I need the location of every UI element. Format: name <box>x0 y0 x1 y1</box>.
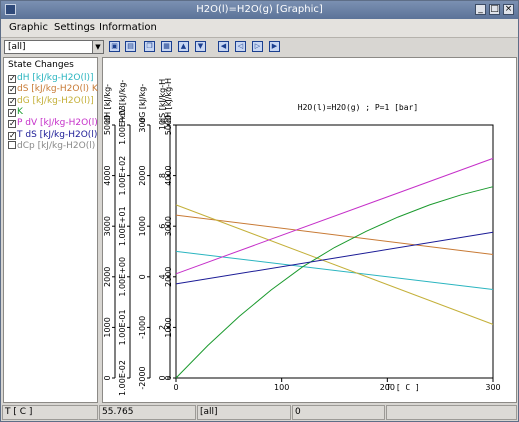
legend-item[interactable]: dCp [kJ/kg-H2O(l) <box>8 140 96 152</box>
legend-label: K <box>17 106 23 117</box>
maximize-icon[interactable]: □ <box>489 4 500 15</box>
window-title: H2O(l)=H2O(g) [Graphic] <box>196 4 323 15</box>
series-line-dh <box>175 250 494 290</box>
legend-item[interactable]: ✓K <box>8 107 23 118</box>
series-selector[interactable]: [all] ▼ <box>4 40 104 54</box>
menu-bar: Graphic Settings Information <box>1 19 518 38</box>
y-axis-label: PdV [kJ/kg- <box>118 80 127 123</box>
y-tick-label: 0 <box>164 375 173 380</box>
menu-graphic[interactable]: Graphic <box>9 22 48 33</box>
y-tick-label: 1000 <box>103 317 112 337</box>
title-bar[interactable]: H2O(l)=H2O(g) [Graphic] _ □ × <box>1 1 518 19</box>
series-selector-value: [all] <box>8 42 26 52</box>
x-axis-label: T [ C ] <box>386 383 420 392</box>
series-line-k <box>175 186 494 379</box>
series-line-dg <box>175 204 494 325</box>
legend-checkbox[interactable] <box>8 140 16 149</box>
legend-item[interactable]: ✓dS [kJ/kg-H2O(l) K <box>8 84 98 95</box>
series-line-p-dv <box>175 157 494 275</box>
legend-label: dS [kJ/kg-H2O(l) K <box>17 84 98 95</box>
menu-information[interactable]: Information <box>99 22 157 33</box>
x-tick-label: 300 <box>485 383 500 392</box>
y-tick-label: 1.00E+00 <box>118 257 127 297</box>
legend-label: dH [kJ/kg-H2O(l)] <box>17 73 94 83</box>
legend-checkbox[interactable]: ✓ <box>8 86 16 95</box>
y-tick-label: 1000 <box>164 317 173 337</box>
state-changes-panel: State Changes ✓dH [kJ/kg-H2O(l)] ✓dS [kJ/… <box>3 57 98 403</box>
legend-checkbox[interactable]: ✓ <box>8 75 16 83</box>
y-tick-label: 1.00E+02 <box>118 156 127 196</box>
status-axis: T [ C ] <box>2 405 98 420</box>
app-icon[interactable] <box>5 4 16 15</box>
y-axis-label: dG [kJ/kg- <box>138 84 147 123</box>
y-tick-label: 1.00E-02 <box>118 360 127 396</box>
minimize-icon[interactable]: _ <box>475 4 486 15</box>
panel-title: State Changes <box>8 60 74 70</box>
table-icon[interactable]: ▦ <box>161 41 172 52</box>
legend-checkbox[interactable]: ✓ <box>8 108 16 117</box>
legend-label: T dS [kJ/kg-H2O(l) <box>17 129 98 140</box>
next-icon[interactable]: ▷ <box>252 41 263 52</box>
y-tick-label: 0 <box>103 375 112 380</box>
close-icon[interactable]: × <box>503 4 514 15</box>
x-tick-label: 100 <box>274 383 289 392</box>
x-tick-label: 0 <box>173 383 178 392</box>
series-line-ds <box>175 214 494 255</box>
application-window: H2O(l)=H2O(g) [Graphic] _ □ × Graphic Se… <box>0 0 519 422</box>
legend-checkbox[interactable]: ✓ <box>8 97 16 106</box>
first-icon[interactable]: ◀ <box>218 41 229 52</box>
y-tick-label: 1000 <box>138 216 147 236</box>
series-line-t-ds <box>175 231 494 285</box>
menu-settings[interactable]: Settings <box>54 22 95 33</box>
status-value: 55.765 <box>99 405 196 420</box>
plot-frame <box>175 124 494 379</box>
y-tick-label: 2000 <box>164 267 173 287</box>
copy-icon[interactable]: ❐ <box>144 41 155 52</box>
legend-item[interactable]: ✓dH [kJ/kg-H2O(l)] <box>8 73 94 84</box>
dropdown-arrow-icon[interactable]: ▼ <box>92 41 103 53</box>
legend-item[interactable]: ✓P dV [kJ/kg-H2O(l) <box>8 118 98 129</box>
y-axis-label: dH [kJ/kg- <box>103 84 112 123</box>
y-tick-label: 1.00E-01 <box>118 309 127 345</box>
y-tick-label: 2000 <box>103 267 112 287</box>
y-tick-label: -1000 <box>138 316 147 339</box>
status-index: 0 <box>292 405 385 420</box>
y-tick-label: 4000 <box>164 165 173 185</box>
legend-checkbox[interactable]: ✓ <box>8 131 16 140</box>
y-tick-label: 3000 <box>164 216 173 236</box>
legend-label: dCp [kJ/kg-H2O(l) <box>17 140 96 151</box>
y-tick-label: 4000 <box>103 165 112 185</box>
y-tick-label: 2000 <box>138 165 147 185</box>
legend-label: P dV [kJ/kg-H2O(l) <box>17 118 98 129</box>
chart-area: H2O(l)=H2O(g) ; P=1 [bar] 0 100 200 300 T [ C… <box>102 57 517 403</box>
status-selection: [all] <box>197 405 291 420</box>
scroll-down-icon[interactable]: ▼ <box>195 41 206 52</box>
legend-checkbox[interactable]: ✓ <box>8 120 16 129</box>
legend-item[interactable]: ✓T dS [kJ/kg-H2O(l) <box>8 130 97 141</box>
previous-icon[interactable]: ◁ <box>235 41 246 52</box>
last-icon[interactable]: ▶ <box>269 41 280 52</box>
status-extra <box>386 405 517 420</box>
y-tick-label: -2000 <box>138 366 147 389</box>
y-tick-label: 3000 <box>103 216 112 236</box>
chart-title: H2O(l)=H2O(g) ; P=1 [bar] <box>298 103 418 112</box>
toolbar: [all] ▼ ▣ ▤ ❐ ▦ ▲ ▼ ◀ ◁ ▷ ▶ <box>1 38 518 56</box>
chart-canvas: H2O(l)=H2O(g) ; P=1 [bar]0 100 200 300T [ C… <box>103 78 501 396</box>
legend-item[interactable]: ✓dG [kJ/kg-H2O(l)] <box>8 96 94 107</box>
print-icon[interactable]: ▤ <box>125 41 136 52</box>
y-tick-label: 1.00E+01 <box>118 206 127 246</box>
y-tick-label: 0 <box>138 274 147 279</box>
save-icon[interactable]: ▣ <box>109 41 120 52</box>
scroll-up-icon[interactable]: ▲ <box>178 41 189 52</box>
status-bar: T [ C ] 55.765 [all] 0 <box>1 404 518 421</box>
legend-label: dG [kJ/kg-H2O(l)] <box>17 95 94 106</box>
y-axis-label: dH [kJ/kg-H <box>164 78 173 123</box>
